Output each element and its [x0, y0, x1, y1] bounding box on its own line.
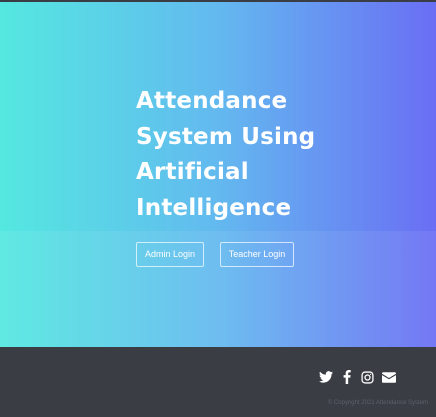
- envelope-icon[interactable]: [381, 369, 397, 385]
- hero-title: Attendance System Using Artificial Intel…: [136, 84, 366, 226]
- hero-title-line: Artificial: [136, 159, 249, 185]
- page: Attendance System Using Artificial Intel…: [0, 0, 436, 417]
- hero-title-line: Attendance: [136, 88, 288, 114]
- twitter-icon[interactable]: [318, 369, 334, 385]
- admin-login-button[interactable]: Admin Login: [136, 242, 204, 267]
- footer: © Copyright 2021 Attendance System: [0, 347, 436, 417]
- facebook-icon[interactable]: [339, 369, 355, 385]
- instagram-icon[interactable]: [359, 369, 375, 385]
- copyright-text: © Copyright 2021 Attendance System: [327, 400, 428, 406]
- hero-title-line: Intelligence: [136, 194, 292, 221]
- hero-band: [0, 231, 436, 347]
- hero-section: Attendance System Using Artificial Intel…: [0, 2, 436, 347]
- teacher-login-button[interactable]: Teacher Login: [220, 242, 294, 267]
- hero-title-line: System Using: [136, 123, 316, 150]
